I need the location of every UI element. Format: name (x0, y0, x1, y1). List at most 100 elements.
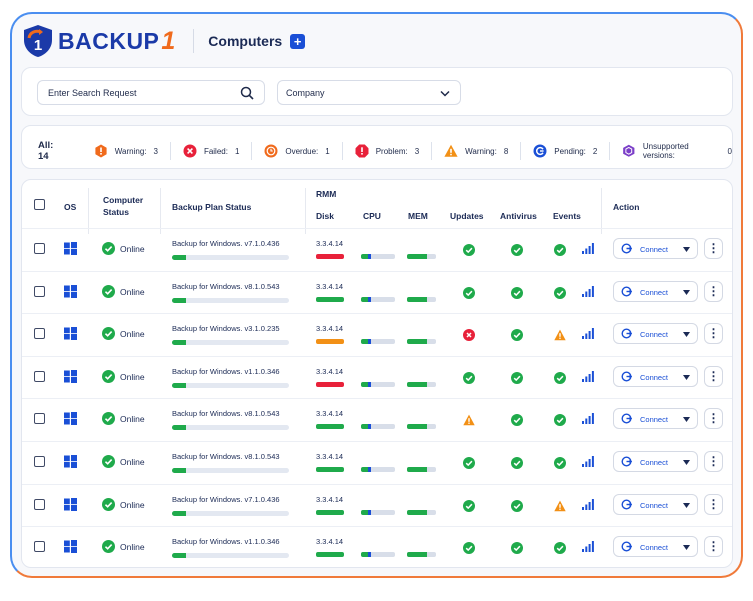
summary-filter-3[interactable]: Problem: 3 (355, 144, 419, 158)
select-all-checkbox[interactable] (34, 199, 45, 210)
summary-divider (520, 142, 522, 160)
cpu-usage-bar (361, 254, 395, 259)
row-checkbox[interactable] (34, 243, 45, 254)
search-icon[interactable] (240, 86, 254, 100)
rmm-version: 3.3.4.14 (316, 494, 344, 504)
backup-plan-name[interactable]: Backup for Windows. v7.1.0.436 (172, 495, 280, 504)
caret-down-icon[interactable] (683, 460, 690, 465)
unsupported-cube-icon (622, 144, 636, 158)
connect-icon (621, 499, 632, 510)
table-row[interactable]: Online Backup for Windows. v1.1.0.346 3.… (22, 356, 732, 399)
table-row[interactable]: Online Backup for Windows. v7.1.0.436 3.… (22, 484, 732, 527)
add-computer-button[interactable]: + (290, 33, 306, 49)
header-events[interactable]: Events (553, 211, 581, 221)
disk-usage-bar (316, 381, 344, 387)
row-checkbox[interactable] (34, 413, 45, 425)
cpu-usage-bar (361, 467, 395, 472)
row-checkbox[interactable] (34, 285, 45, 297)
summary-divider (251, 142, 253, 160)
backup-plan-name[interactable]: Backup for Windows. v8.1.0.543 (172, 282, 280, 291)
table-row[interactable]: Online Backup for Windows. v7.1.0.436 3.… (22, 228, 732, 271)
more-actions-button[interactable] (704, 280, 723, 302)
table-row[interactable]: Online Backup for Windows. v8.1.0.543 3.… (22, 271, 732, 314)
header-os[interactable]: OS (64, 202, 76, 212)
caret-down-icon[interactable] (683, 545, 690, 551)
backup-plan-name[interactable]: Backup for Windows. v1.1.0.346 (172, 367, 280, 376)
backup-progress-bar (172, 297, 289, 303)
search-input[interactable]: Enter Search Request (37, 80, 265, 105)
connect-button[interactable]: Connect (613, 365, 698, 387)
summary-count: 8 (503, 146, 509, 156)
summary-filter-4[interactable]: Warning: 8 (444, 144, 508, 158)
backup-plan-name[interactable]: Backup for Windows. v7.1.0.436 (172, 239, 280, 248)
all-count[interactable]: All: 14 (38, 140, 66, 162)
table-row[interactable]: Online Backup for Windows. v8.1.0.543 3.… (22, 441, 732, 484)
connect-button[interactable]: Connect (613, 408, 698, 430)
online-check-icon (102, 242, 115, 255)
table-row[interactable]: Online Backup for Windows. v3.1.0.235 3.… (22, 313, 732, 356)
summary-filter-5[interactable]: Pending: 2 (533, 144, 597, 158)
mem-usage-bar (407, 254, 436, 259)
row-checkbox[interactable] (34, 328, 45, 340)
windows-icon (64, 497, 77, 511)
app-header: 1 BACKUP 1 Computers + (22, 24, 306, 58)
summary-filter-6[interactable]: Unsupported versions: 0 (622, 142, 732, 160)
windows-icon (64, 540, 77, 554)
more-actions-button[interactable] (704, 408, 723, 430)
caret-down-icon[interactable] (683, 417, 690, 423)
header-updates[interactable]: Updates (450, 211, 484, 221)
caret-down-icon[interactable] (683, 289, 690, 295)
connect-button[interactable]: Connect (613, 493, 698, 515)
header-action: Action (613, 202, 640, 212)
connect-label: Connect (640, 330, 668, 340)
backup-plan-name[interactable]: Backup for Windows. v8.1.0.543 (172, 409, 280, 418)
cpu-usage-bar (361, 424, 395, 430)
caret-down-icon[interactable] (683, 247, 690, 252)
events-check-circle-icon (554, 541, 566, 555)
connect-button[interactable]: Connect (613, 238, 698, 259)
connect-button[interactable]: Connect (613, 323, 698, 345)
table-row[interactable]: Online Backup for Windows. v8.1.0.543 3.… (22, 398, 732, 441)
backup-progress-bar (172, 382, 289, 388)
more-actions-button[interactable] (704, 238, 723, 259)
row-checkbox[interactable] (34, 498, 45, 510)
caret-down-icon[interactable] (683, 374, 690, 380)
connect-button[interactable]: Connect (613, 451, 698, 472)
header-cpu[interactable]: CPU (363, 211, 381, 221)
events-warning-triangle-icon (554, 499, 566, 511)
connect-button[interactable]: Connect (613, 536, 698, 558)
summary-filter-1[interactable]: Failed: 1 (183, 144, 239, 158)
table-row[interactable]: Online Backup for Windows. v1.1.0.346 3.… (22, 526, 732, 567)
row-checkbox[interactable] (34, 456, 45, 467)
backup-progress-bar (172, 468, 289, 473)
summary-filter-2[interactable]: Overdue: 1 (264, 144, 330, 158)
rmm-version: 3.3.4.14 (316, 324, 344, 334)
summary-count: 3 (414, 146, 420, 156)
backup-plan-name[interactable]: Backup for Windows. v3.1.0.235 (172, 324, 280, 333)
more-actions-button[interactable] (704, 323, 723, 345)
connect-button[interactable]: Connect (613, 280, 698, 302)
header-backup-plan-status[interactable]: Backup Plan Status (172, 202, 251, 212)
header-mem[interactable]: MEM (408, 211, 428, 221)
more-actions-button[interactable] (704, 536, 723, 558)
header-disk[interactable]: Disk (316, 211, 334, 221)
connect-icon (621, 243, 632, 254)
mem-usage-bar (407, 339, 436, 345)
summary-filter-0[interactable]: Warning: 3 (94, 144, 158, 158)
row-checkbox[interactable] (34, 370, 45, 382)
header-computer-status[interactable]: Computer Status (103, 194, 158, 218)
computer-status: Online (120, 542, 145, 553)
summary-label: Pending: (554, 146, 586, 156)
backup-plan-name[interactable]: Backup for Windows. v8.1.0.543 (172, 452, 280, 461)
online-check-icon (102, 540, 115, 554)
more-actions-button[interactable] (704, 451, 723, 472)
more-actions-button[interactable] (704, 493, 723, 515)
company-select[interactable]: Company (277, 80, 461, 105)
events-check-circle-icon (554, 243, 566, 256)
header-antivirus[interactable]: Antivirus (500, 211, 537, 221)
more-actions-button[interactable] (704, 365, 723, 387)
caret-down-icon[interactable] (683, 502, 690, 508)
row-checkbox[interactable] (34, 541, 45, 553)
caret-down-icon[interactable] (683, 332, 690, 338)
backup-plan-name[interactable]: Backup for Windows. v1.1.0.346 (172, 537, 280, 546)
